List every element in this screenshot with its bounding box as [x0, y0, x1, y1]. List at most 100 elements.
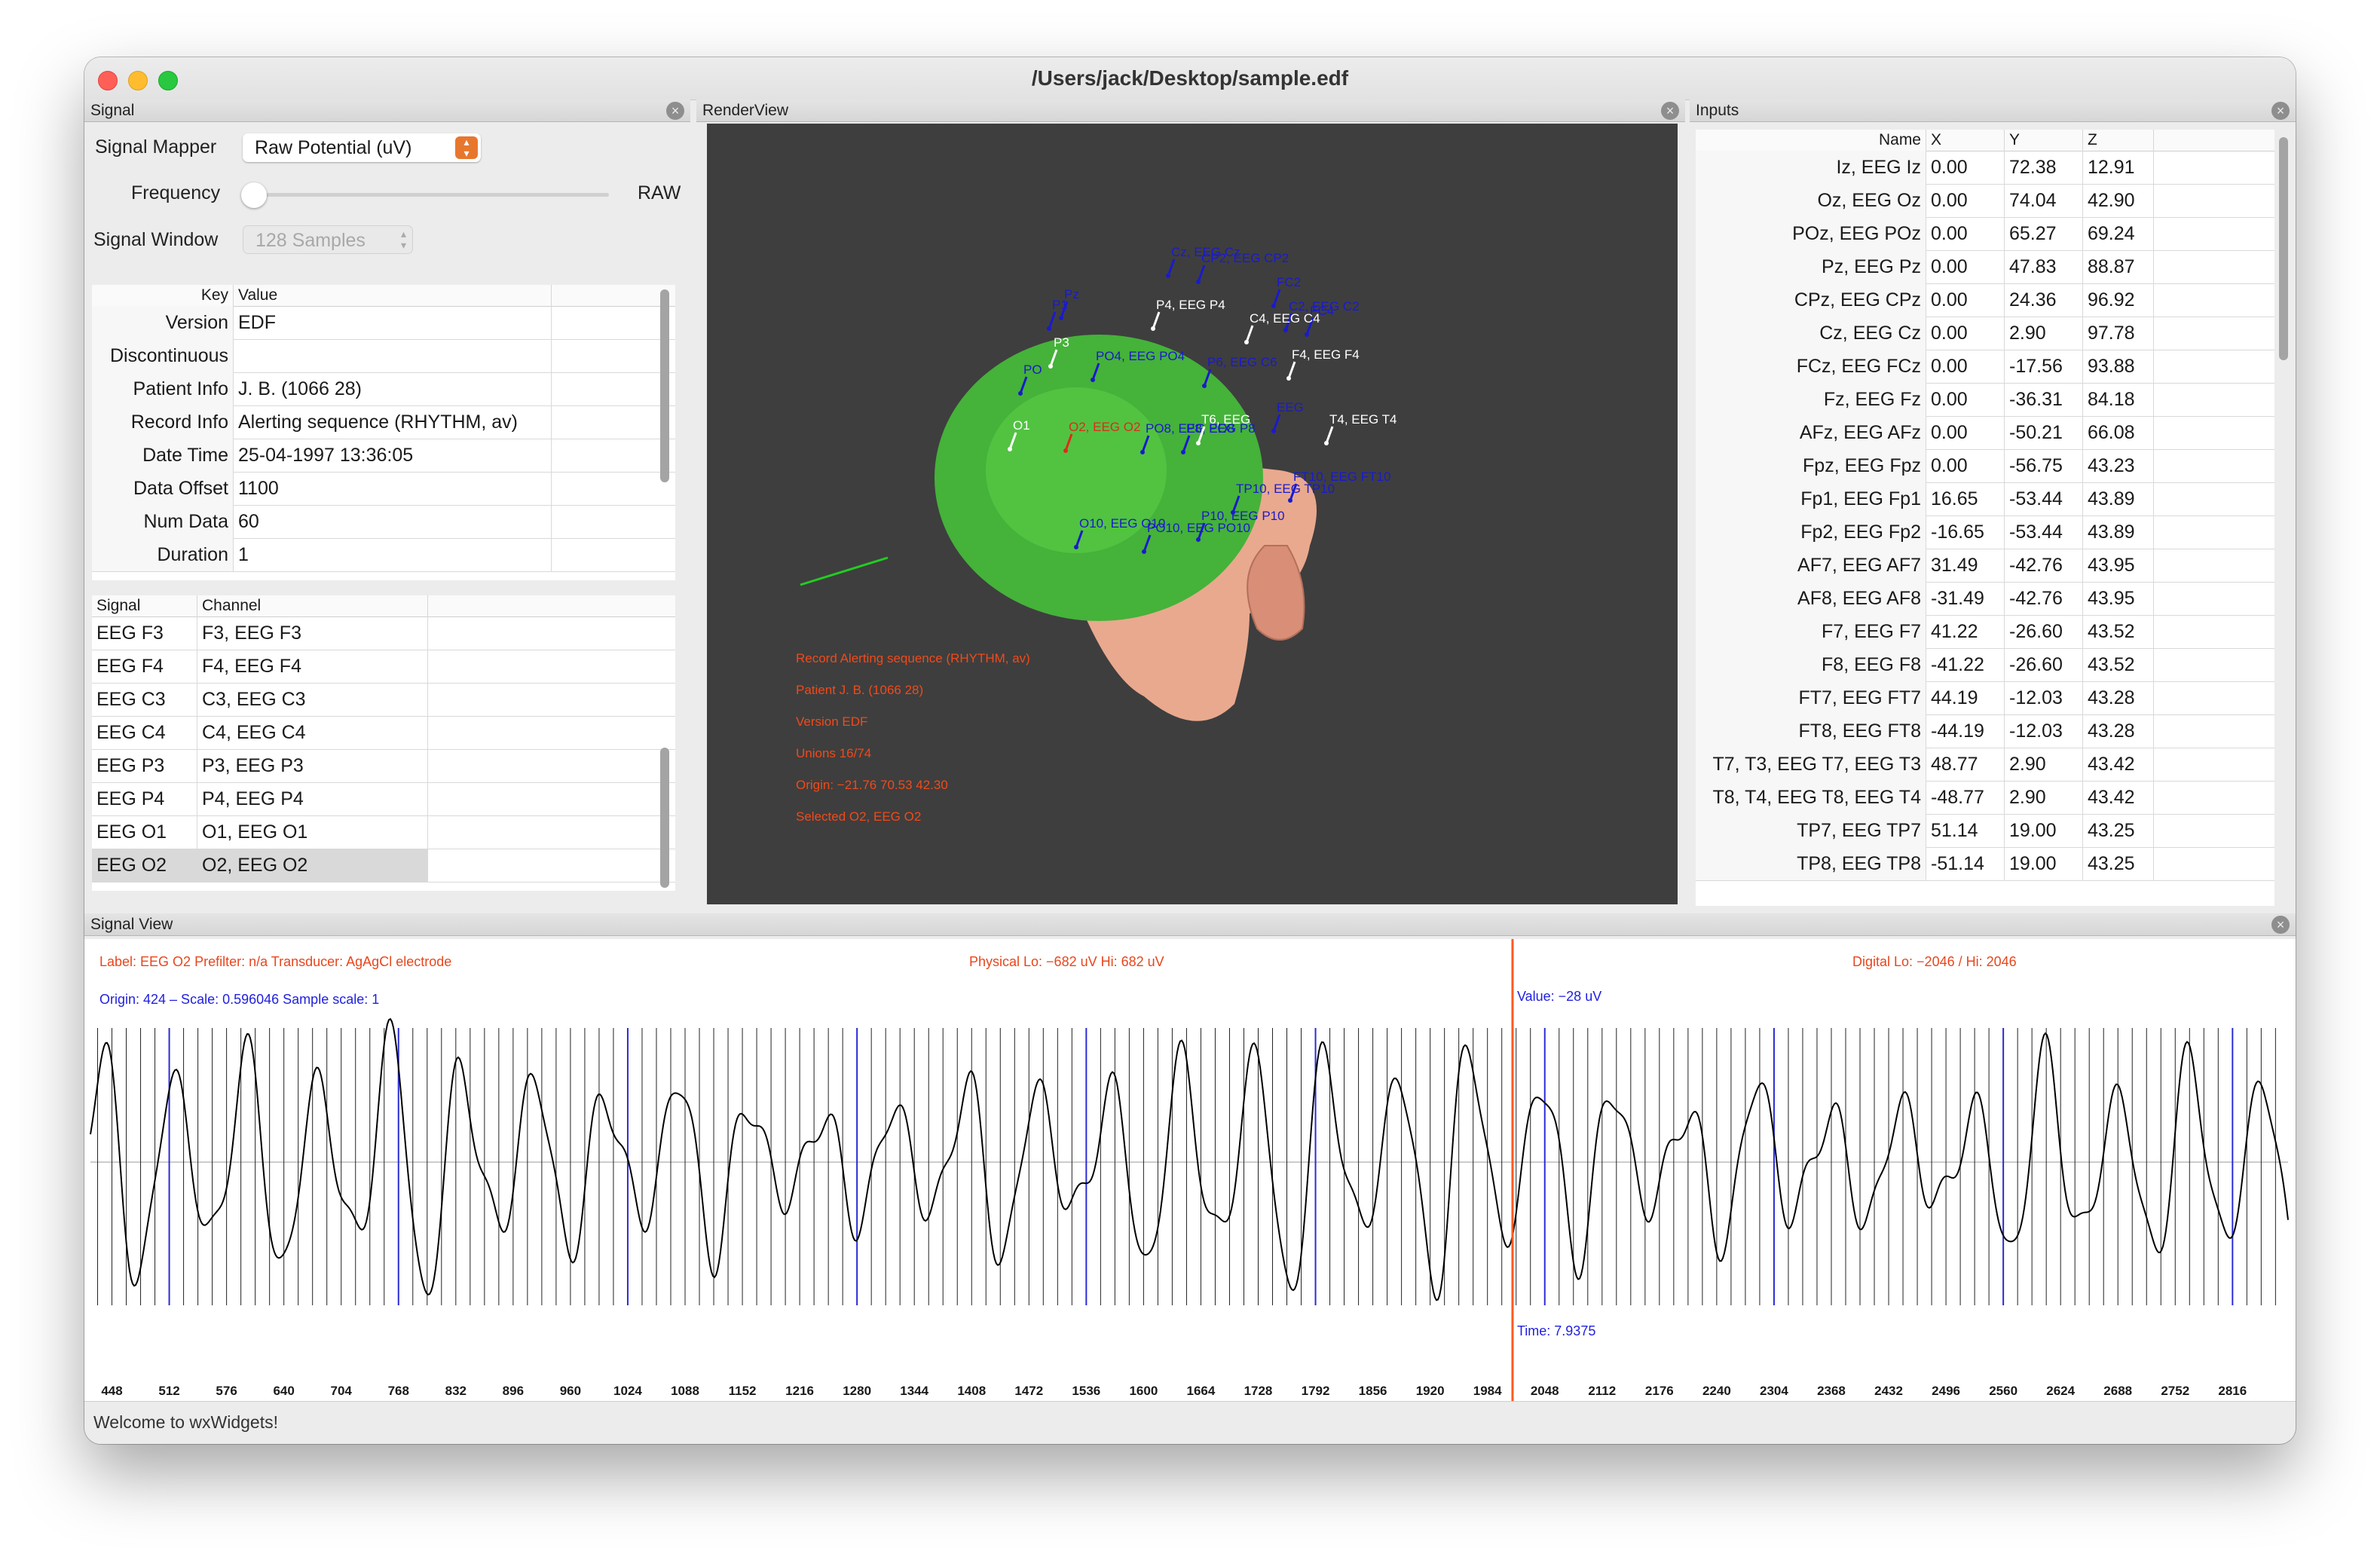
- input-name: Pz, EEG Pz: [1696, 250, 1926, 283]
- signal-pane-header: Signal ×: [84, 99, 690, 122]
- column-header-name[interactable]: Name: [1696, 130, 1926, 151]
- column-header-z[interactable]: Z: [2083, 130, 2154, 151]
- column-header-key[interactable]: Key: [92, 285, 234, 306]
- column-header-y[interactable]: Y: [2005, 130, 2083, 151]
- signal-trace-canvas[interactable]: [84, 939, 2296, 1402]
- input-y: -50.21: [2005, 416, 2083, 449]
- table-row[interactable]: FCz, EEG FCz 0.00 -17.56 93.88: [1696, 350, 2274, 384]
- signal-plot[interactable]: Label: EEG O2 Prefilter: n/a Transducer:…: [84, 939, 2296, 1402]
- signal-mapper-select[interactable]: Raw Potential (uV) ▴ ▾: [243, 133, 481, 162]
- table-row[interactable]: CPz, EEG CPz 0.00 24.36 96.92: [1696, 283, 2274, 317]
- table-row[interactable]: F8, EEG F8 -41.22 -26.60 43.52: [1696, 648, 2274, 682]
- table-row[interactable]: TP8, EEG TP8 -51.14 19.00 43.25: [1696, 847, 2274, 881]
- electrode-marker[interactable]: T4, EEG T4: [1324, 412, 1396, 445]
- input-z: 12.91: [2083, 151, 2154, 184]
- input-z: 43.52: [2083, 615, 2154, 648]
- input-x: 0.00: [1926, 449, 2005, 482]
- table-row[interactable]: Record Info Alerting sequence (RHYTHM, av…: [92, 405, 675, 439]
- table-row[interactable]: T8, T4, EEG T8, EEG T4 -48.77 2.90 43.42: [1696, 781, 2274, 815]
- info-table-scrollbar[interactable]: [660, 289, 669, 482]
- input-y: 19.00: [2005, 847, 2083, 880]
- table-row[interactable]: AF7, EEG AF7 31.49 -42.76 43.95: [1696, 549, 2274, 583]
- electrode-marker-blue[interactable]: EEG: [1271, 400, 1304, 433]
- electrode-marker[interactable]: F4, EEG F4: [1286, 347, 1360, 381]
- signal-window-spinner[interactable]: 128 Samples ▴ ▾: [243, 225, 413, 254]
- table-row[interactable]: Pz, EEG Pz 0.00 47.83 88.87: [1696, 250, 2274, 284]
- table-row[interactable]: Cz, EEG Cz 0.00 2.90 97.78: [1696, 317, 2274, 350]
- table-row[interactable]: AFz, EEG AFz 0.00 -50.21 66.08: [1696, 416, 2274, 450]
- electrode-label: P10, EEG P10: [1201, 509, 1285, 523]
- electrode-label: FT10, EEG FT10: [1293, 470, 1390, 484]
- electrode-marker-blue[interactable]: P1: [1047, 298, 1068, 331]
- input-z: 43.25: [2083, 814, 2154, 847]
- close-icon[interactable]: ×: [1661, 102, 1679, 120]
- input-y: 74.04: [2005, 184, 2083, 217]
- table-row[interactable]: Iz, EEG Iz 0.00 72.38 12.91: [1696, 151, 2274, 185]
- table-row[interactable]: TP7, EEG TP7 51.14 19.00 43.25: [1696, 814, 2274, 848]
- electrode-marker[interactable]: P4, EEG P4: [1151, 298, 1225, 331]
- table-row[interactable]: EEG P4 P4, EEG P4: [92, 782, 675, 816]
- channel-cell: O2, EEG O2: [197, 849, 428, 882]
- x-tick-label: 1088: [671, 1384, 699, 1398]
- frequency-slider-track[interactable]: [243, 193, 609, 197]
- info-key: Record Info: [92, 405, 234, 439]
- column-header-x[interactable]: X: [1926, 130, 2005, 151]
- input-y: -53.44: [2005, 482, 2083, 515]
- column-header-value[interactable]: Value: [234, 285, 552, 306]
- close-icon[interactable]: ×: [2271, 916, 2290, 934]
- table-row[interactable]: EEG C4 C4, EEG C4: [92, 716, 675, 750]
- inputs-table-scrollbar[interactable]: [2279, 137, 2288, 360]
- table-row[interactable]: T7, T3, EEG T7, EEG T3 48.77 2.90 43.42: [1696, 748, 2274, 782]
- table-row[interactable]: EEG O1 O1, EEG O1: [92, 815, 675, 849]
- table-row[interactable]: Date Time 25-04-1997 13:36:05: [92, 439, 675, 473]
- input-name: Fpz, EEG Fpz: [1696, 449, 1926, 482]
- table-row[interactable]: Fp2, EEG Fp2 -16.65 -53.44 43.89: [1696, 515, 2274, 549]
- table-row[interactable]: Fp1, EEG Fp1 16.65 -53.44 43.89: [1696, 482, 2274, 516]
- table-row[interactable]: AF8, EEG AF8 -31.49 -42.76 43.95: [1696, 582, 2274, 616]
- signal-window-value: 128 Samples: [255, 230, 366, 251]
- electrode-marker-blue[interactable]: CP2, EEG CP2: [1196, 251, 1289, 284]
- electrode-label: P6, EEG C6: [1207, 355, 1277, 369]
- table-row[interactable]: Data Offset 1100: [92, 472, 675, 506]
- table-row[interactable]: Version EDF: [92, 306, 675, 340]
- table-row[interactable]: EEG C3 C3, EEG C3: [92, 683, 675, 717]
- table-row[interactable]: EEG F3 F3, EEG F3: [92, 616, 675, 650]
- input-y: 2.90: [2005, 748, 2083, 781]
- render-viewport[interactable]: PO4, EEG PO4 PO8, EEG PO8 P8, EEG P8 O10, E…: [707, 124, 1678, 904]
- inputs-pane: Inputs × Name X Y Z Iz, EEG Iz 0.00 72.38 1…: [1690, 99, 2296, 907]
- table-row[interactable]: Fpz, EEG Fpz 0.00 -56.75 43.23: [1696, 449, 2274, 483]
- input-x: 31.49: [1926, 549, 2005, 582]
- input-y: 47.83: [2005, 250, 2083, 283]
- table-row[interactable]: Num Data 60: [92, 505, 675, 539]
- x-tick-label: 896: [502, 1384, 525, 1398]
- table-row[interactable]: EEG P3 P3, EEG P3: [92, 749, 675, 783]
- input-name: T7, T3, EEG T7, EEG T3: [1696, 748, 1926, 781]
- info-value: 25-04-1997 13:36:05: [234, 439, 552, 472]
- table-row[interactable]: F7, EEG F7 41.22 -26.60 43.52: [1696, 615, 2274, 649]
- cursor-value-line: Value: −28 uV: [1516, 989, 1602, 1004]
- channel-cell: O1, EEG O1: [197, 815, 428, 849]
- column-header-signal[interactable]: Signal: [92, 595, 197, 616]
- table-row[interactable]: Oz, EEG Oz 0.00 74.04 42.90: [1696, 184, 2274, 218]
- input-x: 0.00: [1926, 383, 2005, 416]
- frequency-slider-knob[interactable]: [241, 182, 267, 208]
- electrode-label: PO: [1023, 362, 1042, 377]
- electrode-label: T6, EEG: [1201, 412, 1250, 427]
- input-y: 65.27: [2005, 217, 2083, 250]
- channel-table-scrollbar[interactable]: [660, 748, 669, 888]
- table-row[interactable]: POz, EEG POz 0.00 65.27 69.24: [1696, 217, 2274, 251]
- table-row[interactable]: Discontinuous: [92, 339, 675, 373]
- close-icon[interactable]: ×: [666, 102, 684, 120]
- table-row[interactable]: Duration 1: [92, 538, 675, 572]
- close-icon[interactable]: ×: [2271, 102, 2290, 120]
- table-row[interactable]: Patient Info J. B. (1066 28): [92, 372, 675, 406]
- table-row[interactable]: Fz, EEG Fz 0.00 -36.31 84.18: [1696, 383, 2274, 417]
- table-row[interactable]: EEG O2 O2, EEG O2: [92, 849, 675, 883]
- input-z: 43.42: [2083, 748, 2154, 781]
- x-tick-label: 1920: [1415, 1384, 1445, 1398]
- x-tick-label: 1664: [1186, 1384, 1216, 1398]
- table-row[interactable]: FT7, EEG FT7 44.19 -12.03 43.28: [1696, 681, 2274, 715]
- table-row[interactable]: EEG F4 F4, EEG F4: [92, 650, 675, 684]
- table-row[interactable]: FT8, EEG FT8 -44.19 -12.03 43.28: [1696, 714, 2274, 748]
- column-header-channel[interactable]: Channel: [197, 595, 428, 616]
